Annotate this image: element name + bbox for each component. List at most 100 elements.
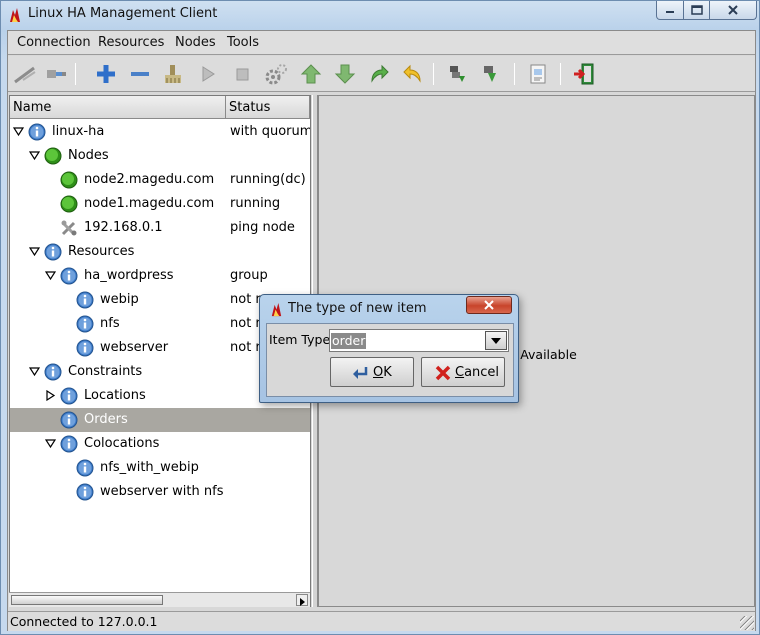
cancel-label: Cancel <box>455 365 500 380</box>
ping-node-icon <box>61 220 77 236</box>
tree-row[interactable]: webserver with nfs <box>10 480 310 504</box>
tree-row-label: webserver <box>100 340 169 355</box>
heartbeat-flame-icon <box>271 302 282 317</box>
expanded-toggle-icon[interactable] <box>45 438 56 449</box>
remove-button[interactable] <box>127 61 153 87</box>
minimize-button[interactable] <box>656 1 684 20</box>
tree-row[interactable]: 192.168.0.1 ping node <box>10 216 310 240</box>
tree-row[interactable]: node2.magedu.com running(dc) <box>10 168 310 192</box>
item-type-dropdown-button[interactable] <box>485 331 507 350</box>
migrate-button[interactable] <box>366 61 392 87</box>
chevron-down-icon <box>491 337 501 344</box>
column-header-name[interactable]: Name <box>10 96 226 119</box>
start-icon <box>202 66 215 82</box>
collapsed-toggle-icon[interactable] <box>45 390 56 401</box>
tree-row-status: running(dc) <box>230 172 306 187</box>
cleanup-button[interactable] <box>160 61 186 87</box>
tree-row[interactable]: nfs_with_webip <box>10 456 310 480</box>
unmigrate-button[interactable] <box>400 61 426 87</box>
scrollbar-thumb[interactable] <box>11 595 163 605</box>
tree-row[interactable]: Resources <box>10 240 310 264</box>
heartbeat-flame-icon <box>10 8 20 22</box>
close-button[interactable] <box>709 1 757 20</box>
remove-icon <box>131 72 149 76</box>
tree-row-label: 192.168.0.1 <box>84 220 163 235</box>
menu-connection[interactable]: Connection <box>17 35 91 50</box>
start-button[interactable] <box>195 61 221 87</box>
horizontal-scrollbar[interactable] <box>9 592 310 607</box>
info-icon <box>60 387 78 405</box>
unmigrate-icon <box>403 64 421 83</box>
toolbar-separator <box>560 63 561 85</box>
disconnect-button[interactable] <box>42 61 68 87</box>
info-icon <box>76 459 94 477</box>
item-type-label: Item Type: <box>269 332 335 347</box>
stop-button[interactable] <box>229 61 255 87</box>
app-window: Linux HA Management Client Connection Re… <box>0 0 760 635</box>
default-settings-button[interactable] <box>263 61 289 87</box>
tree-row-label: linux-ha <box>52 124 105 139</box>
expanded-toggle-icon[interactable] <box>45 270 56 281</box>
move-down-button[interactable] <box>332 61 358 87</box>
minimize-icon <box>666 11 674 13</box>
exit-button[interactable] <box>571 61 597 87</box>
expanded-toggle-icon[interactable] <box>29 246 40 257</box>
item-type-value[interactable]: order <box>331 333 367 349</box>
tree-row[interactable]: node1.magedu.com running <box>10 192 310 216</box>
maximize-icon <box>690 5 703 15</box>
status-bar: Connected to 127.0.0.1 <box>8 611 755 631</box>
tree-row-label: Orders <box>84 412 128 427</box>
expanded-toggle-icon[interactable] <box>13 126 24 137</box>
move-down-icon <box>334 64 356 84</box>
info-icon <box>28 123 46 141</box>
migrate-icon <box>371 64 389 83</box>
standby-button[interactable] <box>444 61 470 87</box>
tree-row[interactable]: Colocations <box>10 432 310 456</box>
cancel-button[interactable]: Cancel <box>421 357 505 387</box>
arrow-right-icon <box>300 598 305 606</box>
info-icon <box>60 411 78 429</box>
node-group-icon <box>44 147 62 165</box>
active-button[interactable] <box>478 61 504 87</box>
tree-row[interactable]: Nodes <box>10 144 310 168</box>
add-icon <box>97 65 115 83</box>
tree-row[interactable]: Orders <box>10 408 310 432</box>
column-header-status[interactable]: Status <box>226 96 310 119</box>
tree-row-status: group <box>230 268 268 283</box>
item-type-combobox[interactable]: order <box>329 329 509 352</box>
scroll-right-button[interactable] <box>296 594 308 606</box>
close-icon <box>728 5 738 15</box>
expanded-toggle-icon[interactable] <box>29 150 40 161</box>
connect-icon <box>14 66 36 84</box>
menu-nodes[interactable]: Nodes <box>175 35 216 50</box>
view-xml-button[interactable] <box>525 61 551 87</box>
tree-row[interactable]: linux-ha with quorum <box>10 120 310 144</box>
expanded-toggle-icon[interactable] <box>29 366 40 377</box>
tree-row-status: ping node <box>230 220 295 235</box>
toolbar-separator <box>514 63 515 85</box>
menu-resources[interactable]: Resources <box>98 35 164 50</box>
dialog-body: Item Type: order OK Cancel <box>266 323 514 397</box>
info-icon <box>76 315 94 333</box>
tree-row[interactable]: ha_wordpress group <box>10 264 310 288</box>
tree-row-label: webip <box>100 292 139 307</box>
menu-bar: Connection Resources Nodes Tools <box>8 31 755 55</box>
tree-row-label: node1.magedu.com <box>84 196 215 211</box>
tree-row-status: running <box>230 196 281 211</box>
menu-tools[interactable]: Tools <box>227 35 259 50</box>
toolbar-separator <box>433 63 434 85</box>
tree-row-label: node2.magedu.com <box>84 172 215 187</box>
resize-grip[interactable] <box>740 616 754 630</box>
add-button[interactable] <box>93 61 119 87</box>
connect-button[interactable] <box>12 61 38 87</box>
dialog-close-button[interactable] <box>466 296 512 314</box>
info-icon <box>44 243 62 261</box>
move-up-icon <box>300 64 322 84</box>
title-bar[interactable]: Linux HA Management Client <box>1 1 760 29</box>
exit-icon <box>574 63 594 85</box>
tree-row-label: nfs <box>100 316 120 331</box>
maximize-button[interactable] <box>683 1 710 20</box>
stop-icon <box>236 68 249 81</box>
move-up-button[interactable] <box>298 61 324 87</box>
ok-button[interactable]: OK <box>330 357 414 387</box>
